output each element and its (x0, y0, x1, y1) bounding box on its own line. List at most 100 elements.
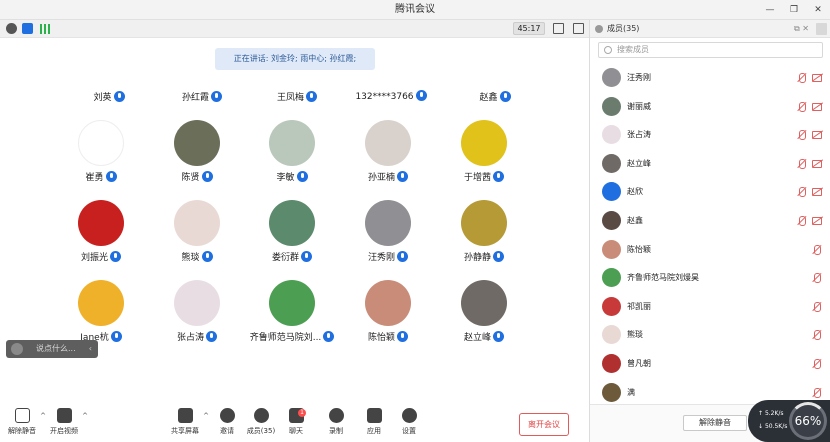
restore-icon[interactable]: ❐ (788, 5, 800, 15)
participant-name-tile[interactable]: 132****3766 (352, 90, 430, 102)
participant-tile[interactable]: 刘振光 (56, 200, 146, 264)
participant-tile[interactable]: 熊琰 (152, 200, 242, 264)
unmute-all-button[interactable]: 解除静音 (683, 415, 747, 431)
participant-tile[interactable]: 汪秀刚 (343, 200, 433, 264)
participant-tile[interactable]: Jane杭 (56, 280, 146, 344)
mic-muted-icon (14, 408, 30, 423)
apps-icon (366, 408, 382, 423)
video-button[interactable]: 开启视频 ^ (44, 408, 88, 436)
participant-name: 赵鑫 (479, 93, 498, 103)
share-screen-button[interactable]: 共享屏幕 ^ (165, 408, 209, 436)
participant-name-label: 齐鲁师范马院刘... (247, 330, 337, 343)
member-list-item[interactable]: 汪秀刚 (590, 64, 830, 92)
unmute-button[interactable]: 解除静音 ^ (2, 408, 46, 436)
camera-off-icon[interactable] (812, 74, 822, 82)
members-icon (253, 408, 269, 423)
record-button[interactable]: 录制 (316, 408, 356, 436)
chevron-left-icon[interactable]: ‹ (89, 340, 92, 358)
participant-name-label: 孙静静 (439, 250, 529, 263)
camera-off-icon[interactable] (812, 131, 822, 140)
member-list-item[interactable]: 齐鲁师范马院刘熳昊 (590, 264, 830, 292)
participant-tile[interactable]: 李敏 (247, 120, 337, 184)
share-label: 共享屏幕 (171, 427, 199, 435)
participant-name-label: 娄衍群 (247, 250, 337, 263)
participant-name-tile[interactable]: 孙红霞 (163, 90, 241, 103)
leave-meeting-button[interactable]: 离开会议 (519, 413, 569, 436)
member-list-item[interactable]: 赵鑫 (590, 207, 830, 235)
mic-muted-icon[interactable] (797, 187, 806, 198)
participant-tile[interactable]: 赵立峰 (439, 280, 529, 344)
mic-muted-icon[interactable] (797, 216, 806, 226)
mic-on-icon (301, 251, 312, 262)
apps-button[interactable]: 应用 (354, 408, 394, 436)
avatar (365, 200, 411, 246)
mic-muted-icon[interactable] (797, 158, 806, 169)
camera-off-icon[interactable] (812, 159, 822, 168)
member-search-input[interactable]: 搜索成员 (598, 42, 823, 58)
mic-muted-icon[interactable] (812, 244, 821, 255)
member-panel-title: 成员(35) (607, 24, 640, 33)
close-icon[interactable]: ✕ (812, 5, 824, 15)
mic-muted-icon[interactable] (812, 273, 821, 284)
shield-icon[interactable] (22, 23, 33, 34)
member-list-item[interactable]: 赵欣 (590, 178, 830, 206)
member-name: 齐鲁师范马院刘熳昊 (627, 273, 699, 283)
camera-off-icon[interactable] (812, 188, 822, 197)
member-list-item[interactable]: 陈怡颖 (590, 236, 830, 264)
participant-name-tile[interactable]: 赵鑫 (456, 90, 534, 103)
participant-tile[interactable]: 于增茜 (439, 120, 529, 184)
participant-tile[interactable]: 孙静静 (439, 200, 529, 264)
participant-tile[interactable]: 孙亚楠 (343, 120, 433, 184)
chevron-up-icon[interactable]: ^ (82, 412, 88, 420)
participant-tile[interactable]: 娄衍群 (247, 200, 337, 264)
mic-on-icon (206, 331, 217, 342)
participant-name-tile[interactable]: 王凤梅 (258, 90, 336, 103)
member-list-item[interactable]: 祁凯丽 (590, 293, 830, 321)
member-list-item[interactable]: 谢丽威 (590, 93, 830, 121)
bottom-toolbar: 解除静音 ^ 开启视频 ^ 共享屏幕 ^ 邀请 成员(35) 聊天 1 录制 应… (0, 406, 589, 442)
member-name: 汪秀刚 (627, 73, 651, 82)
avatar (602, 382, 621, 402)
mic-muted-icon[interactable] (797, 73, 806, 83)
mic-muted-icon[interactable] (812, 330, 821, 341)
download-speed: 50.5K/s (764, 423, 788, 430)
mic-on-icon (201, 251, 213, 262)
member-list-item[interactable]: 张占涛 (590, 121, 830, 149)
minimize-icon[interactable]: — (764, 5, 776, 15)
participant-tile[interactable]: 陈怡颖 (343, 280, 433, 344)
participant-tile[interactable]: 张占涛 (152, 280, 242, 344)
avatar (269, 280, 315, 326)
info-icon[interactable] (6, 23, 17, 34)
participant-name-tile[interactable]: 刘英 (70, 90, 148, 103)
upload-speed: 5.2K/s (764, 410, 784, 417)
member-list-item[interactable]: 曾凡朝 (590, 350, 830, 378)
settings-button[interactable]: 设置 (389, 408, 429, 436)
network-monitor[interactable]: ↑ 5.2K/s ↓ 50.5K/s 66% (748, 400, 830, 442)
chat-button[interactable]: 聊天 1 (276, 408, 316, 436)
signal-icon[interactable] (40, 24, 51, 34)
mic-on-icon (323, 331, 335, 342)
participant-name: 孙静静 (463, 253, 491, 263)
members-button[interactable]: 成员(35) (241, 408, 281, 436)
emoji-icon[interactable] (11, 343, 23, 355)
mic-muted-icon[interactable] (797, 130, 806, 141)
layout-icon[interactable] (573, 23, 584, 34)
member-list-item[interactable]: 赵立峰 (590, 150, 830, 178)
mic-muted-icon[interactable] (812, 301, 821, 312)
mic-muted-icon[interactable] (812, 387, 821, 398)
camera-off-icon[interactable] (812, 102, 822, 111)
camera-off-icon[interactable] (812, 217, 822, 225)
avatar (602, 268, 621, 288)
fullscreen-icon[interactable] (553, 23, 564, 34)
participant-tile[interactable]: 陈贤 (152, 120, 242, 184)
participant-tile[interactable]: 齐鲁师范马院刘... (247, 280, 337, 344)
popout-icon[interactable]: ⧉ ✕ (794, 20, 809, 38)
participant-tile[interactable]: 崔勇 (56, 120, 146, 184)
menu-icon[interactable] (816, 23, 827, 35)
mic-on-icon (211, 91, 222, 102)
mic-muted-icon[interactable] (797, 101, 806, 112)
meeting-top-toolbar: 45:17 (0, 20, 589, 38)
mic-muted-icon[interactable] (812, 359, 821, 369)
member-list-item[interactable]: 熊琰 (590, 321, 830, 349)
chat-quick-input[interactable]: 说点什么... ‹ (6, 340, 98, 358)
